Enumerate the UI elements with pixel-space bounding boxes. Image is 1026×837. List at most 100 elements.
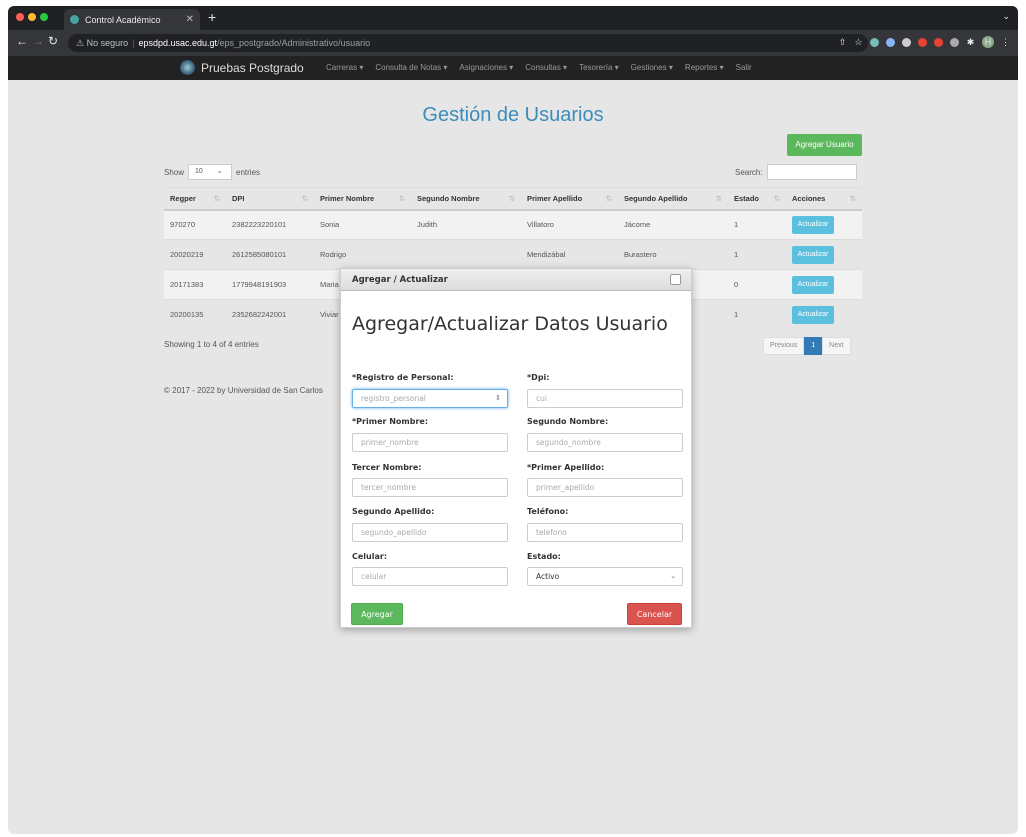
cell-segundo-nombre: Judith (411, 209, 521, 240)
reload-icon[interactable]: ↻ (48, 34, 58, 48)
cell-acciones: Actualizar (786, 239, 862, 270)
primer-nombre-label: *Primer Nombre: (352, 417, 429, 426)
telefono-input[interactable]: telefono (527, 523, 683, 542)
back-icon[interactable]: ← (16, 34, 28, 48)
tab-title: Control Académico (85, 14, 161, 25)
minimize-window-button[interactable] (28, 13, 36, 21)
menu-salir[interactable]: Salir (736, 63, 752, 72)
stepper-icon[interactable]: ⇕ (495, 390, 501, 407)
dpi-input[interactable]: cui (527, 389, 683, 408)
entries-select[interactable]: 10 ⌄ (188, 164, 233, 180)
segundo-nombre-input[interactable]: segundo_nombre (527, 433, 683, 452)
update-button[interactable]: Actualizar (792, 245, 834, 264)
modal-header: Agregar / Actualizar (341, 269, 691, 291)
column-header[interactable]: Primer Nombre ⇅ (314, 187, 411, 211)
cell-acciones: Actualizar (786, 209, 862, 240)
cell-segundo-apellido: Jácome (618, 209, 728, 240)
previous-page-button[interactable]: Previous (763, 337, 805, 355)
search-label: Search: (735, 167, 763, 177)
address-bar[interactable]: ⚠ No seguro | epsdpd.usac.edu.gt /eps_po… (68, 34, 868, 52)
column-header[interactable]: Estado ⇅ (728, 187, 786, 211)
browser-tab[interactable]: Control Académico ✕ (64, 9, 200, 30)
chevron-down-icon: ⌄ (216, 168, 223, 175)
column-header[interactable]: Regper ⇅ (164, 187, 226, 211)
maximize-window-button[interactable] (40, 13, 48, 21)
app-navbar: Pruebas Postgrado Carreras ▾ Consulta de… (8, 56, 1018, 80)
next-page-button[interactable]: Next (822, 337, 851, 355)
primer-apellido-input[interactable]: primer_apellido (527, 478, 683, 497)
modal-header-title: Agregar / Actualizar (352, 274, 448, 285)
cancelar-button[interactable]: Cancelar (627, 603, 682, 625)
column-header[interactable]: DPI ⇅ (226, 187, 314, 211)
university-logo-icon (180, 60, 195, 75)
cell-segundo-nombre (411, 239, 521, 270)
extensions-area: ⇧ ☆ ✱ H ⋮ (838, 36, 1010, 48)
update-button[interactable]: Actualizar (792, 305, 834, 324)
close-modal-button[interactable] (670, 274, 681, 285)
profile-avatar[interactable]: H (982, 36, 994, 48)
cell-estado: 1 (728, 299, 786, 330)
address-host: epsdpd.usac.edu.gt (138, 38, 217, 48)
menu-carreras[interactable]: Carreras ▾ (326, 63, 363, 72)
browser-window: Control Académico ✕ + ⌄ ← → ↻ ⚠ No segur… (8, 6, 1018, 834)
tercer-nombre-label: Tercer Nombre: (352, 463, 422, 472)
favicon-icon (70, 15, 79, 24)
share-icon[interactable]: ⇧ (838, 37, 847, 47)
segundo-nombre-label: Segundo Nombre: (527, 417, 609, 426)
extension-icon[interactable] (950, 37, 959, 47)
show-label: Show (164, 167, 185, 177)
chevron-down-icon: ⌄ (670, 572, 676, 580)
cell-acciones: Actualizar (786, 269, 862, 300)
cell-primer-apellido: Mendizábal (521, 239, 618, 270)
add-user-button[interactable]: Agregar Usuario (787, 134, 862, 156)
column-header[interactable]: Segundo Apellido ⇅ (618, 187, 728, 211)
menu-gestiones[interactable]: Gestiones ▾ (631, 63, 673, 72)
table-row: 20020219 2612585080101 Rodrigo Mendizába… (164, 239, 862, 270)
cell-regper: 20020219 (164, 239, 226, 270)
kebab-menu-icon[interactable]: ⋮ (1001, 37, 1010, 47)
menu-asignaciones[interactable]: Asignaciones ▾ (459, 63, 513, 72)
modal-title: Agregar/Actualizar Datos Usuario (352, 313, 668, 335)
primer-nombre-input[interactable]: primer_nombre (352, 433, 508, 452)
update-button[interactable]: Actualizar (792, 275, 834, 294)
brand[interactable]: Pruebas Postgrado (180, 60, 304, 75)
extension-icon[interactable] (870, 37, 879, 47)
tab-search-icon[interactable]: ⌄ (1002, 11, 1010, 22)
menu-consultas[interactable]: Consultas ▾ (525, 63, 567, 72)
search-input[interactable] (766, 164, 857, 180)
estado-select[interactable]: Activo ⌄ (527, 567, 683, 586)
forward-icon[interactable]: → (32, 34, 44, 48)
pagination: Previous 1 Next (763, 337, 851, 355)
registro-personal-input[interactable]: registro_personal ⇕ (352, 389, 508, 408)
celular-input[interactable]: celular (352, 567, 508, 586)
menu-consulta-notas[interactable]: Consulta de Notas ▾ (375, 63, 447, 72)
tercer-nombre-input[interactable]: tercer_nombre (352, 478, 508, 497)
column-header[interactable]: Acciones ⇅ (786, 187, 862, 211)
close-window-button[interactable] (16, 13, 24, 21)
menu-tesoreria[interactable]: Tesorería ▾ (579, 63, 619, 72)
segundo-apellido-input[interactable]: segundo_apellido (352, 523, 508, 542)
menu-reportes[interactable]: Reportes ▾ (685, 63, 724, 72)
table-row: 970270 2382223220101 Sonia Judith Villat… (164, 209, 862, 240)
security-warning[interactable]: ⚠ No seguro (76, 38, 128, 49)
user-modal: Agregar / Actualizar Agregar/Actualizar … (340, 268, 692, 628)
entries-label: entries (236, 167, 261, 177)
cell-primer-apellido: Villatoro (521, 209, 618, 240)
close-tab-icon[interactable]: ✕ (186, 14, 194, 25)
new-tab-icon[interactable]: + (208, 9, 216, 25)
column-header[interactable]: Primer Apellido ⇅ (521, 187, 618, 211)
extension-icon[interactable] (934, 37, 943, 47)
update-button[interactable]: Actualizar (792, 215, 834, 234)
extension-icon[interactable] (902, 37, 911, 47)
puzzle-icon[interactable]: ✱ (966, 37, 975, 47)
cell-primer-nombre: Sonia (314, 209, 411, 240)
extension-icon[interactable] (918, 37, 927, 47)
table-info: Showing 1 to 4 of 4 entries (164, 340, 259, 349)
agregar-button[interactable]: Agregar (351, 603, 403, 625)
page-1-button[interactable]: 1 (804, 337, 823, 355)
cell-dpi: 2612585080101 (226, 239, 314, 270)
bookmark-star-icon[interactable]: ☆ (854, 37, 863, 47)
extension-icon[interactable] (886, 37, 895, 47)
celular-label: Celular: (352, 552, 388, 561)
column-header[interactable]: Segundo Nombre ⇅ (411, 187, 521, 211)
